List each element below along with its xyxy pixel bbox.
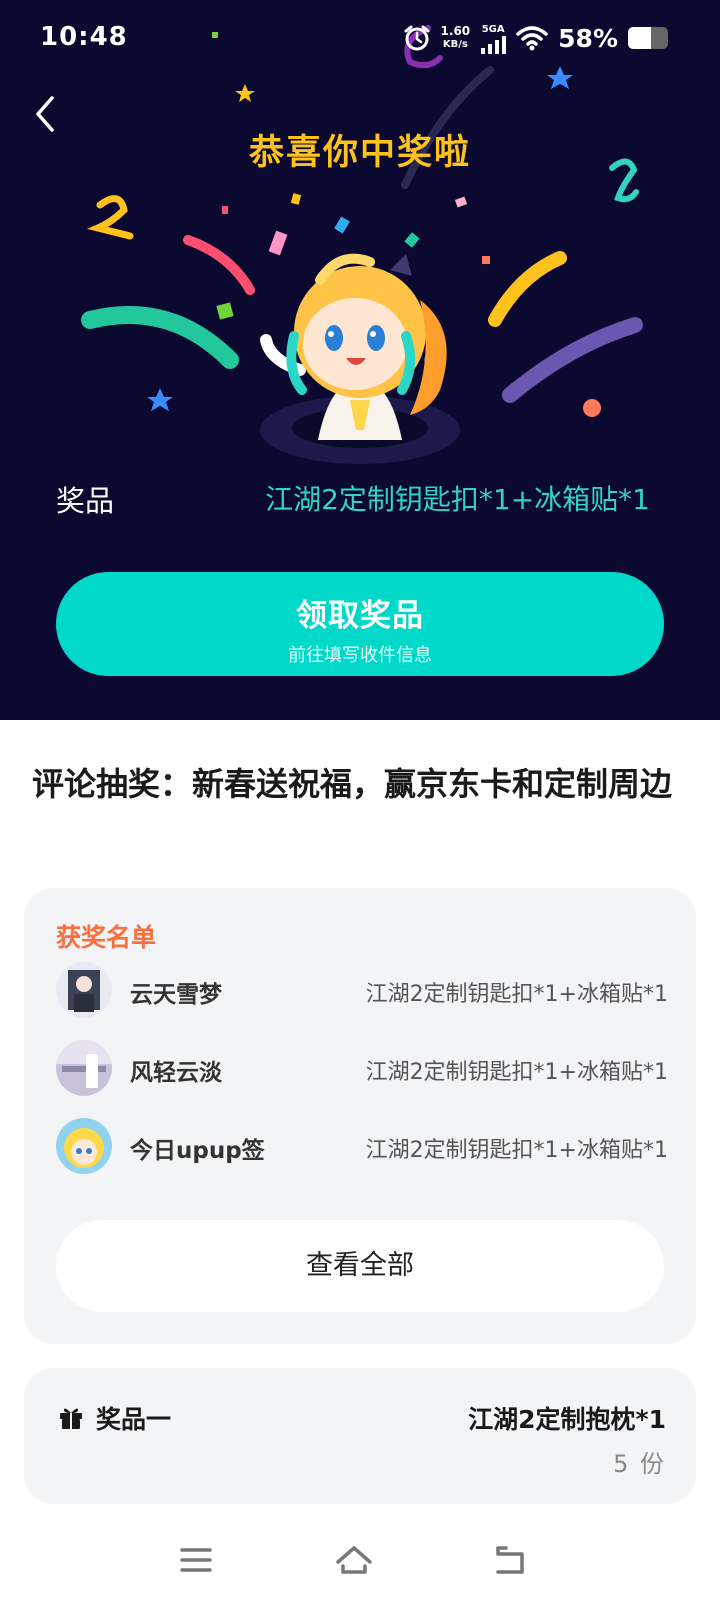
winner-name: 今日upup签 — [130, 1138, 265, 1164]
mascot-illustration — [260, 253, 460, 464]
alarm-icon — [404, 25, 430, 51]
battery-icon — [628, 27, 668, 49]
avatar — [56, 1040, 112, 1096]
prize-item-label: 奖品一 — [96, 1405, 172, 1434]
prize-item-card: 奖品一 江湖2定制抱枕*1 5 份 — [24, 1368, 696, 1504]
network-speed-value: 1.60 — [440, 24, 471, 38]
gift-icon — [60, 1408, 82, 1429]
signal-icon — [481, 35, 507, 54]
network-speed-unit: KB/s — [442, 39, 468, 50]
status-icons: 1.60 KB/s 5GA 58% — [403, 20, 668, 56]
winner-prize: 江湖2定制钥匙扣*1+冰箱贴*1 — [365, 1060, 668, 1085]
prize-item-name: 江湖2定制抱枕*1 — [468, 1405, 666, 1434]
menu-icon[interactable] — [176, 1540, 216, 1580]
congrats-title: 恭喜你中奖啦 — [248, 133, 471, 173]
network-type: 5GA — [481, 23, 505, 35]
activity-title: 评论抽奖：新春送祝福，赢京东卡和定制周边 — [32, 765, 673, 803]
return-icon[interactable] — [490, 1540, 530, 1580]
avatar — [56, 1118, 112, 1174]
prize-row: 奖品 江湖2定制钥匙扣*1+冰箱贴*1 — [56, 478, 650, 518]
network-speed: 1.60 KB/s — [441, 25, 471, 51]
winner-prize: 江湖2定制钥匙扣*1+冰箱贴*1 — [365, 982, 668, 1007]
prize-label: 奖品 — [56, 484, 115, 518]
winner-row[interactable]: 云天雪梦 江湖2定制钥匙扣*1+冰箱贴*1 — [56, 962, 668, 1020]
battery-percent: 58% — [558, 23, 618, 53]
winners-card: 获奖名单 云天雪梦 江湖2定制钥匙扣*1+冰箱贴*1 风轻云淡 江湖2定制钥匙扣… — [24, 888, 696, 1344]
view-all-button[interactable]: 查看全部 — [56, 1220, 664, 1312]
wifi-icon — [516, 26, 548, 51]
signal-indicator: 5GA — [480, 23, 507, 54]
claim-prize-button[interactable]: 领取奖品 前往填写收件信息 — [56, 572, 664, 676]
winner-name: 云天雪梦 — [130, 982, 222, 1008]
claim-prize-subtext: 前往填写收件信息 — [288, 645, 432, 666]
avatar — [56, 962, 112, 1018]
prize-value: 江湖2定制钥匙扣*1+冰箱贴*1 — [265, 483, 650, 516]
home-icon[interactable] — [334, 1540, 374, 1580]
system-nav-bar — [0, 1520, 720, 1600]
winner-row[interactable]: 今日upup签 江湖2定制钥匙扣*1+冰箱贴*1 — [56, 1118, 668, 1176]
winners-title: 获奖名单 — [56, 923, 157, 952]
status-bar: 10:48 1.60 KB/s 5GA 58% — [0, 0, 720, 78]
winner-row[interactable]: 风轻云淡 江湖2定制钥匙扣*1+冰箱贴*1 — [56, 1040, 668, 1098]
winner-name: 风轻云淡 — [130, 1060, 222, 1086]
claim-prize-label: 领取奖品 — [296, 598, 424, 634]
status-time: 10:48 — [40, 22, 128, 52]
prize-item-count: 5 份 — [613, 1450, 666, 1478]
battery-fill — [628, 27, 652, 49]
hero-banner: 10:48 1.60 KB/s 5GA 58% 恭喜你中奖啦 奖品 江湖2定制钥… — [0, 0, 720, 720]
winner-prize: 江湖2定制钥匙扣*1+冰箱贴*1 — [365, 1138, 668, 1163]
